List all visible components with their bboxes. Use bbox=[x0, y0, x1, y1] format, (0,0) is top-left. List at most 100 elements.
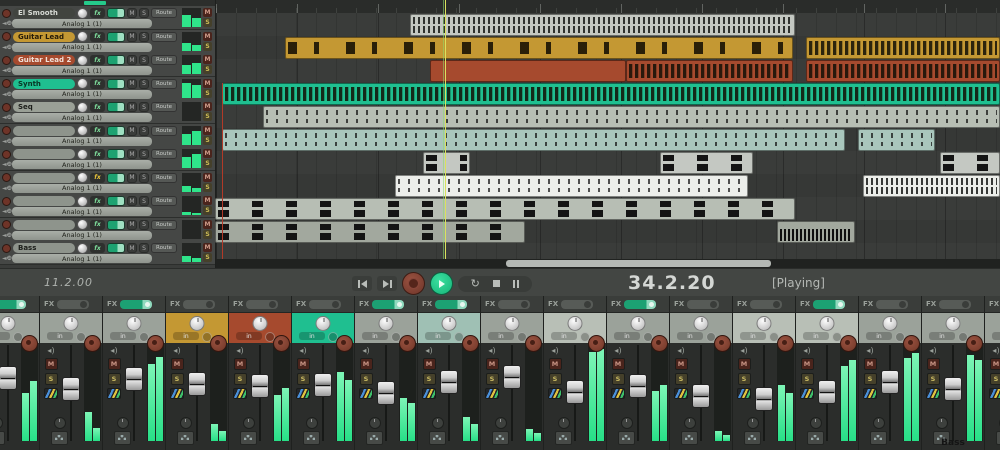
routing-button[interactable] bbox=[618, 431, 635, 445]
pan-knob[interactable] bbox=[77, 55, 88, 66]
record-arm-icon[interactable] bbox=[2, 103, 11, 112]
width-knob[interactable] bbox=[747, 417, 759, 429]
record-arm-button[interactable] bbox=[840, 335, 857, 352]
fx-chain-button[interactable] bbox=[939, 300, 971, 309]
solo-button[interactable]: S bbox=[139, 32, 149, 42]
input-select[interactable]: Analog 1 (1) bbox=[12, 160, 152, 169]
fx-icon[interactable]: fx bbox=[90, 55, 105, 65]
fx-icon[interactable]: fx bbox=[90, 8, 105, 18]
solo-button[interactable]: S bbox=[864, 373, 877, 385]
input-button[interactable]: in bbox=[0, 332, 10, 340]
input-select[interactable]: Analog 1 (1) bbox=[12, 137, 152, 146]
routing-button[interactable] bbox=[303, 431, 320, 445]
mute-button[interactable]: M bbox=[45, 358, 58, 370]
fx-chain-button[interactable] bbox=[498, 300, 530, 309]
monitor-icon[interactable]: ◂) bbox=[110, 347, 117, 355]
record-arm-button[interactable] bbox=[651, 335, 668, 352]
pan-knob[interactable] bbox=[757, 316, 772, 331]
solo-button[interactable]: S bbox=[139, 196, 149, 206]
monitor-icon[interactable]: ◂) bbox=[488, 347, 495, 355]
fx-icon[interactable]: fx bbox=[90, 102, 105, 112]
volume-fader[interactable] bbox=[251, 374, 269, 398]
mute-button[interactable]: M bbox=[127, 55, 137, 65]
track-name[interactable]: El Smooth bbox=[13, 8, 75, 18]
width-knob[interactable] bbox=[621, 417, 633, 429]
solo-button[interactable]: S bbox=[612, 373, 625, 385]
pan-knob[interactable] bbox=[568, 316, 583, 331]
mute-mini-button[interactable]: M bbox=[203, 32, 212, 41]
record-arm-button[interactable] bbox=[966, 335, 983, 352]
input-select[interactable]: Analog 1 (1) bbox=[12, 66, 152, 75]
fx-chain-button[interactable] bbox=[309, 300, 341, 309]
routing-button[interactable] bbox=[429, 431, 446, 445]
mixer-strip[interactable]: FX in ◂) M S bbox=[229, 296, 292, 450]
mute-button[interactable]: M bbox=[127, 102, 137, 112]
monitor-icon[interactable]: ◂) bbox=[299, 347, 306, 355]
route-button[interactable]: Route bbox=[151, 79, 177, 89]
monitor-icon[interactable]: ◂) bbox=[614, 347, 621, 355]
mixer-strip[interactable]: FX in ◂) M S bbox=[796, 296, 859, 450]
solo-mini-button[interactable]: S bbox=[203, 159, 212, 168]
routing-button[interactable] bbox=[114, 431, 131, 445]
record-arm-icon[interactable] bbox=[2, 244, 11, 253]
solo-button[interactable]: S bbox=[45, 373, 58, 385]
fx-enabled-chip[interactable] bbox=[84, 1, 106, 5]
record-arm-button[interactable] bbox=[21, 335, 38, 352]
monitor-icon[interactable]: ◂) bbox=[803, 347, 810, 355]
mute-button[interactable]: M bbox=[612, 358, 625, 370]
mixer-strip[interactable]: FX in ◂) M S bbox=[0, 296, 40, 450]
pan-knob[interactable] bbox=[77, 219, 88, 230]
routing-icon[interactable] bbox=[296, 388, 310, 399]
width-knob[interactable] bbox=[117, 417, 129, 429]
monitor-icon[interactable]: ◂) bbox=[992, 347, 999, 355]
fx-chain-button[interactable] bbox=[372, 300, 404, 309]
route-button[interactable]: Route bbox=[151, 32, 177, 42]
fx-icon[interactable]: fx bbox=[90, 32, 105, 42]
pan-knob[interactable] bbox=[77, 78, 88, 89]
fx-enable-toggle[interactable] bbox=[107, 173, 125, 183]
pan-knob[interactable] bbox=[442, 316, 457, 331]
pause-button[interactable] bbox=[513, 280, 519, 288]
fx-icon[interactable]: fx bbox=[90, 196, 105, 206]
fx-enable-toggle[interactable] bbox=[107, 79, 125, 89]
mute-button[interactable]: M bbox=[423, 358, 436, 370]
mute-mini-button[interactable]: M bbox=[203, 55, 212, 64]
solo-button[interactable]: S bbox=[139, 149, 149, 159]
width-knob[interactable] bbox=[306, 417, 318, 429]
fx-chain-button[interactable] bbox=[435, 300, 467, 309]
mixer-strip[interactable]: FX in ◂) M S bbox=[292, 296, 355, 450]
fx-chain-button[interactable] bbox=[876, 300, 908, 309]
track-row[interactable]: Bass fx M S Route ◄❿ Analog 1 (1) M S bbox=[0, 241, 215, 265]
timeline-ruler[interactable] bbox=[216, 0, 1000, 14]
fx-chain-button[interactable] bbox=[561, 300, 593, 309]
routing-icon[interactable] bbox=[800, 388, 814, 399]
mixer-strip[interactable]: FX in ◂) M S bbox=[985, 296, 1000, 450]
input-button[interactable]: in bbox=[236, 332, 262, 340]
mute-button[interactable]: M bbox=[108, 358, 121, 370]
fx-chain-button[interactable] bbox=[120, 300, 152, 309]
routing-icon[interactable] bbox=[989, 388, 1000, 399]
width-knob[interactable] bbox=[180, 417, 192, 429]
solo-button[interactable]: S bbox=[139, 8, 149, 18]
pan-knob[interactable] bbox=[820, 316, 835, 331]
solo-mini-button[interactable]: S bbox=[203, 206, 212, 215]
go-to-end-button[interactable] bbox=[377, 276, 397, 291]
solo-mini-button[interactable]: S bbox=[203, 89, 212, 98]
solo-mini-button[interactable]: S bbox=[203, 65, 212, 74]
audio-clip[interactable] bbox=[806, 60, 1000, 82]
record-arm-button[interactable] bbox=[903, 335, 920, 352]
record-arm-icon[interactable] bbox=[2, 220, 11, 229]
fx-enable-toggle[interactable] bbox=[107, 220, 125, 230]
routing-button[interactable] bbox=[807, 431, 824, 445]
routing-icon[interactable] bbox=[863, 388, 877, 399]
volume-fader[interactable] bbox=[944, 377, 962, 401]
routing-icon[interactable] bbox=[674, 388, 688, 399]
pan-knob[interactable] bbox=[77, 196, 88, 207]
pan-knob[interactable] bbox=[946, 316, 961, 331]
record-arm-button[interactable] bbox=[588, 335, 605, 352]
track-row[interactable]: Synth fx M S Route ◄❿ Analog 1 (1) M S bbox=[0, 77, 215, 101]
width-knob[interactable] bbox=[558, 417, 570, 429]
monitor-icon[interactable]: ◂) bbox=[236, 347, 243, 355]
monitor-icon[interactable]: ◂) bbox=[677, 347, 684, 355]
input-button[interactable]: in bbox=[110, 332, 136, 340]
